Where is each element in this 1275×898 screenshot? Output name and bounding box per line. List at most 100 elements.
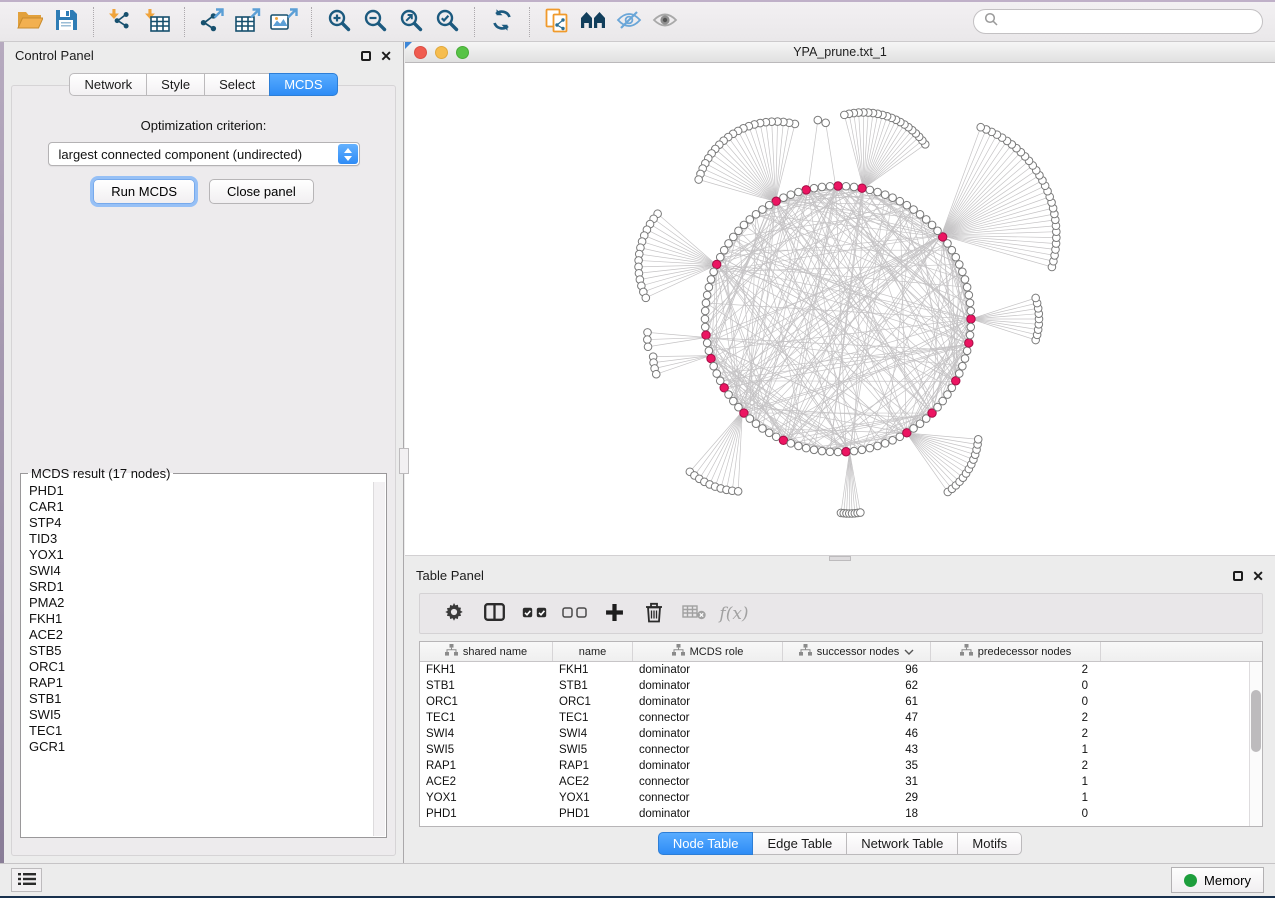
delete-column-button[interactable] bbox=[634, 599, 674, 629]
vertical-splitter-handle[interactable] bbox=[399, 448, 409, 474]
new-network-from-selection-button[interactable] bbox=[539, 6, 575, 38]
result-node[interactable]: STP4 bbox=[29, 515, 386, 531]
import-network-button[interactable] bbox=[103, 6, 139, 38]
tab-select[interactable]: Select bbox=[204, 73, 270, 96]
table-cell: 2 bbox=[931, 728, 1101, 740]
table-tab-motifs[interactable]: Motifs bbox=[957, 832, 1022, 855]
table-cell: PHD1 bbox=[420, 808, 553, 820]
network-graph[interactable] bbox=[405, 63, 1275, 555]
criterion-select[interactable]: largest connected component (undirected) bbox=[48, 142, 360, 166]
show-column-button[interactable] bbox=[474, 599, 514, 629]
table-tabs: Node TableEdge TableNetwork TableMotifs bbox=[405, 832, 1275, 855]
export-table-button[interactable] bbox=[230, 6, 266, 38]
result-node[interactable]: SWI4 bbox=[29, 563, 386, 579]
zoom-selected-button[interactable] bbox=[429, 6, 465, 38]
horizontal-splitter[interactable] bbox=[405, 555, 1275, 562]
export-network-button[interactable] bbox=[194, 6, 230, 38]
run-mcds-button[interactable]: Run MCDS bbox=[93, 179, 195, 204]
delete-table-button[interactable] bbox=[674, 599, 714, 629]
first-neighbors-button[interactable] bbox=[575, 6, 611, 38]
result-node[interactable]: ACE2 bbox=[29, 627, 386, 643]
table-cell: 61 bbox=[783, 696, 931, 708]
result-scrollbar[interactable] bbox=[373, 482, 385, 836]
task-history-button[interactable] bbox=[11, 868, 42, 892]
float-panel-button[interactable] bbox=[361, 51, 371, 61]
tab-network[interactable]: Network bbox=[69, 73, 147, 96]
result-node[interactable]: ORC1 bbox=[29, 659, 386, 675]
table-tab-node-table[interactable]: Node Table bbox=[658, 832, 754, 855]
column-header-MCDS-role[interactable]: MCDS role bbox=[633, 642, 783, 661]
result-node[interactable]: CAR1 bbox=[29, 499, 386, 515]
result-node[interactable]: TID3 bbox=[29, 531, 386, 547]
minimize-window-button[interactable] bbox=[435, 46, 448, 59]
column-header-successor-nodes[interactable]: successor nodes bbox=[783, 642, 931, 661]
table-scrollbar-thumb[interactable] bbox=[1251, 690, 1261, 752]
zoom-out-button[interactable] bbox=[357, 6, 393, 38]
table-row[interactable]: ORC1ORC1dominator610 bbox=[420, 694, 1262, 710]
float-table-panel-button[interactable] bbox=[1233, 571, 1243, 581]
table-cell: dominator bbox=[633, 760, 783, 772]
table-cell: YOX1 bbox=[420, 792, 553, 804]
table-row[interactable]: SWI5SWI5connector431 bbox=[420, 742, 1262, 758]
close-table-panel-button[interactable]: ✕ bbox=[1252, 571, 1264, 581]
network-canvas[interactable] bbox=[405, 63, 1275, 555]
result-node[interactable]: STB1 bbox=[29, 691, 386, 707]
result-node[interactable]: FKH1 bbox=[29, 611, 386, 627]
save-session-icon bbox=[55, 9, 77, 34]
table-row[interactable]: ACE2ACE2connector311 bbox=[420, 774, 1262, 790]
result-node[interactable]: SWI5 bbox=[29, 707, 386, 723]
table-row[interactable]: RAP1RAP1dominator352 bbox=[420, 758, 1262, 774]
close-window-button[interactable] bbox=[414, 46, 427, 59]
add-column-button[interactable] bbox=[594, 599, 634, 629]
table-row[interactable]: TEC1TEC1connector472 bbox=[420, 710, 1262, 726]
result-node[interactable]: RAP1 bbox=[29, 675, 386, 691]
memory-button[interactable]: Memory bbox=[1171, 867, 1264, 893]
result-node[interactable]: TEC1 bbox=[29, 723, 386, 739]
column-header-predecessor-nodes[interactable]: predecessor nodes bbox=[931, 642, 1101, 661]
table-scrollbar[interactable] bbox=[1249, 662, 1262, 826]
maximize-window-button[interactable] bbox=[456, 46, 469, 59]
table-row[interactable]: YOX1YOX1connector291 bbox=[420, 790, 1262, 806]
save-session-button[interactable] bbox=[48, 6, 84, 38]
result-node[interactable]: PHD1 bbox=[29, 483, 386, 499]
close-panel-button[interactable]: ✕ bbox=[380, 51, 392, 61]
search-box[interactable] bbox=[973, 9, 1263, 34]
open-file-button[interactable] bbox=[12, 6, 48, 38]
result-node[interactable]: STB5 bbox=[29, 643, 386, 659]
hide-selected-button[interactable] bbox=[611, 6, 647, 38]
result-node[interactable]: GCR1 bbox=[29, 739, 386, 755]
show-all-button[interactable] bbox=[647, 6, 683, 38]
zoom-fit-button[interactable] bbox=[393, 6, 429, 38]
table-tab-edge-table[interactable]: Edge Table bbox=[752, 832, 847, 855]
table-cell: TEC1 bbox=[553, 712, 633, 724]
table-row[interactable]: SWI4SWI4dominator462 bbox=[420, 726, 1262, 742]
function-builder-button[interactable]: f(x) bbox=[714, 599, 754, 629]
toolbar-icons bbox=[12, 2, 683, 41]
tab-style[interactable]: Style bbox=[146, 73, 205, 96]
result-node[interactable]: YOX1 bbox=[29, 547, 386, 563]
apply-layout-button[interactable] bbox=[484, 6, 520, 38]
tab-mcds[interactable]: MCDS bbox=[269, 73, 337, 96]
column-header-shared-name[interactable]: shared name bbox=[420, 642, 553, 661]
import-table-button[interactable] bbox=[139, 6, 175, 38]
select-all-button[interactable] bbox=[514, 599, 554, 629]
table-cell: ACE2 bbox=[420, 776, 553, 788]
table-row[interactable]: PHD1PHD1dominator180 bbox=[420, 806, 1262, 822]
table-row[interactable]: STB1STB1dominator620 bbox=[420, 678, 1262, 694]
table-tab-network-table[interactable]: Network Table bbox=[846, 832, 958, 855]
table-cell: SWI5 bbox=[420, 744, 553, 756]
deselect-all-button[interactable] bbox=[554, 599, 594, 629]
network-titlebar[interactable]: YPA_prune.txt_1 bbox=[405, 42, 1275, 63]
export-image-button[interactable] bbox=[266, 6, 302, 38]
result-node[interactable]: PMA2 bbox=[29, 595, 386, 611]
close-mcds-button[interactable]: Close panel bbox=[209, 179, 314, 204]
table-cell: 31 bbox=[783, 776, 931, 788]
result-node[interactable]: SRD1 bbox=[29, 579, 386, 595]
settings-button[interactable] bbox=[434, 599, 474, 629]
table-row[interactable]: FKH1FKH1dominator962 bbox=[420, 662, 1262, 678]
column-header-name[interactable]: name bbox=[553, 642, 633, 661]
search-input[interactable] bbox=[1004, 14, 1252, 29]
column-type-icon bbox=[445, 644, 458, 659]
horizontal-splitter-handle[interactable] bbox=[829, 556, 851, 561]
zoom-in-button[interactable] bbox=[321, 6, 357, 38]
